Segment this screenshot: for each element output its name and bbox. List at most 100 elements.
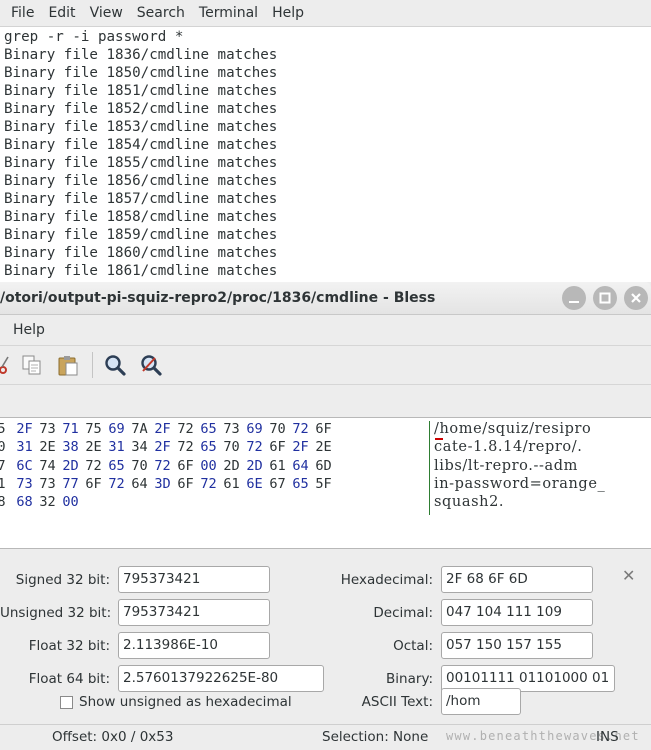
- hex-byte[interactable]: 70: [266, 421, 289, 437]
- hex-byte[interactable]: 65: [197, 421, 220, 437]
- hex-byte[interactable]: 2F: [13, 421, 36, 437]
- hex-byte[interactable]: 6F: [312, 421, 335, 437]
- decimal-field[interactable]: 047 104 111 109: [441, 599, 593, 626]
- hex-byte[interactable]: 38: [59, 439, 82, 455]
- hex-byte[interactable]: 69: [105, 421, 128, 437]
- hex-byte[interactable]: 1: [0, 476, 13, 492]
- hex-byte[interactable]: 67: [266, 476, 289, 492]
- hex-byte[interactable]: 5: [0, 421, 13, 437]
- hex-byte[interactable]: 75: [82, 421, 105, 437]
- hex-byte[interactable]: 71: [59, 421, 82, 437]
- float64-field[interactable]: 2.5760137922625E-80: [118, 665, 324, 692]
- status-offset[interactable]: Offset: 0x0 / 0x53: [52, 729, 173, 745]
- menu-file[interactable]: File: [4, 0, 41, 26]
- hex-byte[interactable]: 72: [174, 439, 197, 455]
- ascii-row[interactable]: libs/lt-repro.--adm: [434, 458, 648, 476]
- hex-byte[interactable]: 00: [59, 494, 82, 510]
- title-bar[interactable]: /otori/output-pi-squiz-repro2/proc/1836/…: [0, 282, 651, 315]
- hex-byte[interactable]: 73: [36, 421, 59, 437]
- hex-byte[interactable]: 73: [220, 421, 243, 437]
- hex-byte[interactable]: 6F: [174, 476, 197, 492]
- minimize-button[interactable]: [562, 286, 586, 310]
- hex-byte[interactable]: 6D: [312, 458, 335, 474]
- hex-byte[interactable]: 72: [174, 421, 197, 437]
- hex-byte[interactable]: 2E: [312, 439, 335, 455]
- hex-byte[interactable]: 2D: [59, 458, 82, 474]
- hex-byte[interactable]: 72: [289, 421, 312, 437]
- ascii-row[interactable]: in-password=orange_: [434, 476, 648, 494]
- hex-byte[interactable]: 7: [0, 458, 13, 474]
- hex-byte[interactable]: 65: [289, 476, 312, 492]
- hex-byte[interactable]: 5F: [312, 476, 335, 492]
- hex-byte[interactable]: 6F: [174, 458, 197, 474]
- menu-search[interactable]: Search: [130, 0, 192, 26]
- cut-button[interactable]: [0, 353, 12, 377]
- hex-view[interactable]: 5 2F 73 71 75 69 7A 2F 72 65 73 69 70 72 6F 0 31 2E 38 2E 31…: [0, 417, 651, 549]
- terminal-output[interactable]: grep -r -i password * Binary file 1836/cm…: [0, 27, 651, 280]
- hex-byte[interactable]: 2E: [36, 439, 59, 455]
- hex-byte[interactable]: 68: [13, 494, 36, 510]
- hex-byte[interactable]: 3D: [151, 476, 174, 492]
- hex-byte[interactable]: 32: [36, 494, 59, 510]
- hex-byte[interactable]: 72: [105, 476, 128, 492]
- paste-button[interactable]: [56, 353, 80, 377]
- hex-byte[interactable]: 6F: [266, 439, 289, 455]
- maximize-button[interactable]: [593, 286, 617, 310]
- hex-byte[interactable]: 72: [151, 458, 174, 474]
- hex-byte[interactable]: 2D: [243, 458, 266, 474]
- menu-help[interactable]: Help: [0, 322, 45, 338]
- find-button[interactable]: [103, 353, 127, 377]
- ascii-row[interactable]: squash2.: [434, 494, 648, 512]
- hex-byte[interactable]: 00: [197, 458, 220, 474]
- hex-byte[interactable]: 72: [243, 439, 266, 455]
- hex-byte[interactable]: 6C: [13, 458, 36, 474]
- hex-byte[interactable]: 77: [59, 476, 82, 492]
- signed32-field[interactable]: 795373421: [118, 566, 270, 593]
- ascii-text-field[interactable]: /hom: [441, 688, 521, 715]
- status-edit-mode[interactable]: INS: [596, 729, 619, 745]
- hex-byte[interactable]: 2D: [220, 458, 243, 474]
- hex-byte[interactable]: 6E: [243, 476, 266, 492]
- hex-byte[interactable]: 8: [0, 494, 13, 510]
- hex-byte[interactable]: 34: [128, 439, 151, 455]
- hex-byte[interactable]: 74: [36, 458, 59, 474]
- menu-terminal[interactable]: Terminal: [192, 0, 265, 26]
- hex-byte[interactable]: 6F: [82, 476, 105, 492]
- hex-byte[interactable]: 73: [13, 476, 36, 492]
- hex-byte[interactable]: 31: [13, 439, 36, 455]
- hex-byte[interactable]: 2F: [151, 421, 174, 437]
- menu-help[interactable]: Help: [265, 0, 311, 26]
- hex-byte[interactable]: 0: [0, 439, 13, 455]
- hex-byte[interactable]: 31: [105, 439, 128, 455]
- hex-byte[interactable]: 2E: [82, 439, 105, 455]
- hex-byte[interactable]: 72: [82, 458, 105, 474]
- hex-byte[interactable]: 65: [105, 458, 128, 474]
- hex-byte[interactable]: 69: [243, 421, 266, 437]
- hex-byte[interactable]: 7A: [128, 421, 151, 437]
- hex-byte[interactable]: 64: [289, 458, 312, 474]
- hex-byte[interactable]: 61: [220, 476, 243, 492]
- ascii-row[interactable]: cate-1.8.14/repro/.: [434, 439, 648, 457]
- hex-byte[interactable]: 72: [197, 476, 220, 492]
- status-selection[interactable]: Selection: None: [322, 729, 428, 745]
- hex-byte[interactable]: 2F: [151, 439, 174, 455]
- hex-byte[interactable]: 70: [128, 458, 151, 474]
- find-replace-button[interactable]: [139, 353, 163, 377]
- hexadecimal-field[interactable]: 2F 68 6F 6D: [441, 566, 593, 593]
- close-conversion-icon[interactable]: ✕: [622, 566, 635, 585]
- hex-byte[interactable]: 65: [197, 439, 220, 455]
- octal-field[interactable]: 057 150 157 155: [441, 632, 593, 659]
- menu-edit[interactable]: Edit: [41, 0, 82, 26]
- copy-button[interactable]: [20, 353, 44, 377]
- close-button[interactable]: [624, 286, 648, 310]
- show-unsigned-hex-checkbox[interactable]: [60, 696, 73, 709]
- unsigned32-field[interactable]: 795373421: [118, 599, 270, 626]
- hex-byte[interactable]: 64: [128, 476, 151, 492]
- hex-bytes-area[interactable]: 5 2F 73 71 75 69 7A 2F 72 65 73 69 70 72 6F 0 31 2E 38 2E 31…: [0, 421, 430, 545]
- ascii-row[interactable]: /home/squiz/resipro: [434, 421, 648, 439]
- hex-byte[interactable]: 70: [220, 439, 243, 455]
- hex-byte[interactable]: 61: [266, 458, 289, 474]
- ascii-text-area[interactable]: /home/squiz/resipro cate-1.8.14/repro/. li…: [434, 421, 648, 512]
- hex-byte[interactable]: 73: [36, 476, 59, 492]
- menu-view[interactable]: View: [83, 0, 130, 26]
